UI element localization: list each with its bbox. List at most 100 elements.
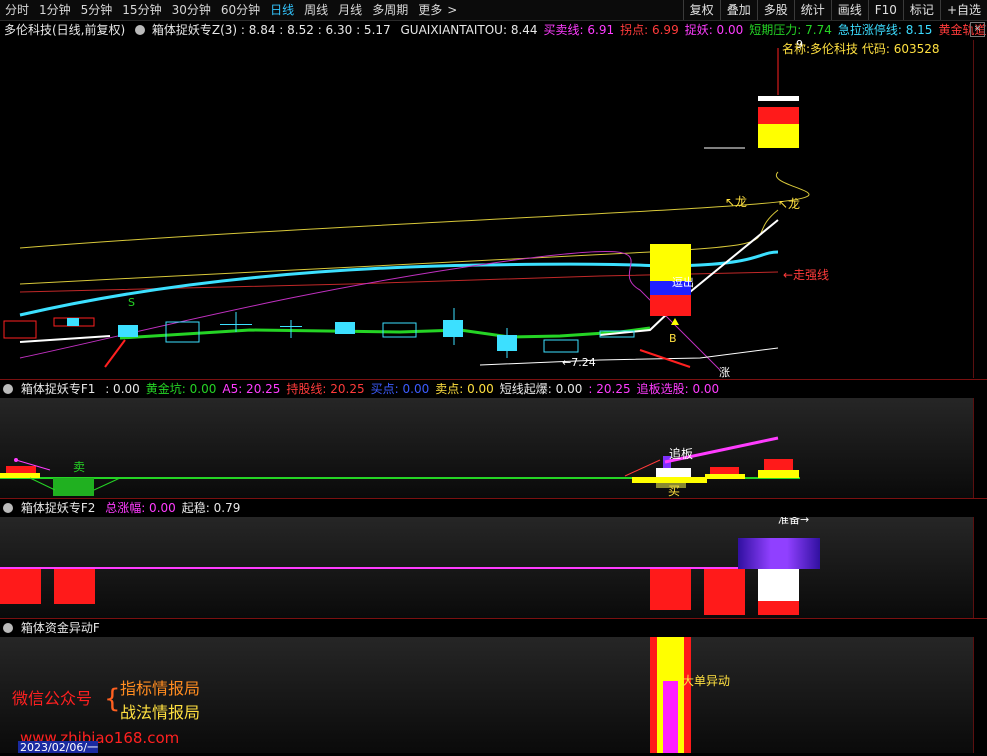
long-label-1: ↖龙 [725,195,747,209]
period-tab[interactable]: 更多 [413,0,447,20]
indicator-name[interactable]: 箱体捉妖专Z(3) [152,23,237,37]
indicator-value: GUAIXIANTAITOU: 8.44 [400,23,538,37]
indicator-value: A5: 20.25 [222,382,281,396]
indicator-value: : 20.25 [588,382,631,396]
period-toolbar: 分时 1分钟 5分钟 15分钟 30分钟 60分钟 日线 周线 月线 多周期 更多 > 复权 叠加 多股统… [0,0,987,21]
f3-title[interactable]: 箱体资金异动F [21,621,100,635]
candle-5 [220,324,252,325]
toolbar-button[interactable]: F10 [867,0,903,20]
f1-red-bar-1 [6,466,36,473]
indicator-params: : 8.84 : 8.52 : 6.30 : 5.17 [240,23,391,37]
period-tab[interactable]: 60分钟 [216,0,265,20]
f3-dadan-label: 大单异动 [682,674,730,688]
f1-panel[interactable]: 卖 追板 买 [0,398,973,498]
period-tab[interactable]: 30分钟 [167,0,216,20]
indicator-value: 短期压力: 7.74 [749,23,832,37]
f1-white-bar [656,468,691,477]
period-tabs: 分时 1分钟 5分钟 15分钟 30分钟 60分钟 日线 周线 月线 多周期 更多 > [0,0,462,20]
f2-zhunbei-label: 准备→ [778,517,809,526]
b-label: B [669,332,677,345]
chevron-circle-icon[interactable] [135,25,146,35]
toolbar-button[interactable]: 叠加 [719,0,757,20]
f1-title[interactable]: 箱体捉妖专F1 [21,382,96,396]
f2-svg: 准备→ [0,512,973,618]
indicator-value: 总涨幅: 0.00 [105,501,176,515]
chevron-circle-icon[interactable] [3,503,13,513]
toolbar-button[interactable]: 多股 [756,0,794,20]
period-tab[interactable]: 周线 [299,0,333,20]
period-tab[interactable]: 5分钟 [76,0,118,20]
watermark-brand2: 战法情报局 [120,703,200,722]
toolbar-button[interactable]: 复权 [682,0,720,20]
candle-10 [497,335,517,351]
white-lower-line [479,347,779,366]
f1-yellow-bar-3 [758,470,799,478]
indicator-value: : 0.00 [105,382,140,396]
f1-header: 箱体捉妖专F1 : 0.00 黄金坑: 0.00 A5: 20.25 持股线: 20.… [0,380,987,398]
f1-yellow-bar-2 [705,474,745,479]
period-tab[interactable]: 多周期 [367,0,413,20]
period-tab[interactable]: 1分钟 [34,0,76,20]
watermark-wechat: 微信公众号 [12,689,92,708]
chevron-circle-icon[interactable] [3,384,13,394]
indicator-value: 买卖线: 6.91 [543,23,615,37]
toolbar-button[interactable]: 画线 [830,0,868,20]
candle-11 [543,339,579,353]
s-label: S [128,296,135,309]
f1-sell-label: 卖 [73,460,85,474]
indicator-value: 卖点: 0.00 [435,382,494,396]
main-indicator-header: 多伦科技(日线,前复权) 箱体捉妖专Z(3) : 8.84 : 8.52 : 6… [0,21,987,39]
f2-red-bar-1 [0,569,41,604]
period-tab[interactable]: 15分钟 [117,0,166,20]
candle-3 [118,325,138,337]
f2-red-bottom [758,601,799,615]
zouqiang-label: ←走强线 [783,268,829,282]
period-tab[interactable]: 日线 [265,0,299,20]
candle-1 [3,320,37,339]
toolbar-button[interactable]: +自选 [939,0,987,20]
f3-magenta-column [663,681,678,753]
f3-header: 箱体资金异动F [0,619,987,637]
signal-block-red [650,295,691,316]
indicator-value: 持股线: 20.25 [286,382,365,396]
f1-values: : 0.00 黄金坑: 0.00 A5: 20.25 持股线: 20.25 买点: 0.… [99,382,719,396]
toolbar-button[interactable]: 统计 [793,0,831,20]
period-tab[interactable]: 月线 [333,0,367,20]
long-label-2: ↖龙 [778,197,800,211]
watermark-brace: { [104,684,121,714]
top-block-red [758,107,799,124]
main-chart-panel[interactable]: 名称:多伦科技 代码: 603528 9 ↖龙 ↖龙 ←走强线 逗出 B S ←… [0,38,973,379]
chevron-right-icon[interactable]: > [447,0,462,20]
f1-yellow-band [632,477,707,483]
f2-red-bar-3 [650,569,691,610]
chevron-circle-icon[interactable] [3,623,13,633]
indicator-value: 起稳: 0.79 [181,501,241,515]
toolbar-right-buttons: 复权 叠加 多股 统计 画线 F10 标记 +自选 [682,0,987,20]
period-tab[interactable]: 分时 [0,0,34,20]
f2-panel[interactable]: 准备→ [0,512,973,618]
f1-yellow-bar-1 [0,473,40,478]
f3-panel[interactable]: 大单异动 微信公众号 { 指标情报局 战法情报局 www.zhibiao168.… [0,637,973,754]
low-price-label: ←7.24 [562,356,596,369]
indicator-value: 急拉涨停线: 8.15 [837,23,933,37]
f1-zhuiban-label: 追板 [669,446,693,461]
f1-svg: 卖 追板 买 [0,398,973,498]
candle-7 [335,322,355,334]
indicator-value: 短线起爆: 0.00 [499,382,583,396]
f2-red-bar-4 [704,569,745,615]
window-controls: × [970,22,985,37]
upper-yellow-curve [19,171,810,249]
f2-title[interactable]: 箱体捉妖专F2 [21,501,96,515]
f1-green-block [53,478,94,496]
close-icon[interactable]: × [970,22,985,37]
f2-purple-block [738,538,820,569]
chart-title: 多伦科技(日线,前复权) [4,23,126,37]
top-block-yellow [758,124,799,148]
candle-8 [382,322,417,338]
f1-red-bar-3 [764,459,793,470]
f1-right-scale [973,398,987,498]
toolbar-button[interactable]: 标记 [902,0,940,20]
watermark-brand1: 指标情报局 [120,679,200,698]
f1-buy-label: 买 [668,484,680,498]
indicator-value: 捉妖: 0.00 [684,23,744,37]
